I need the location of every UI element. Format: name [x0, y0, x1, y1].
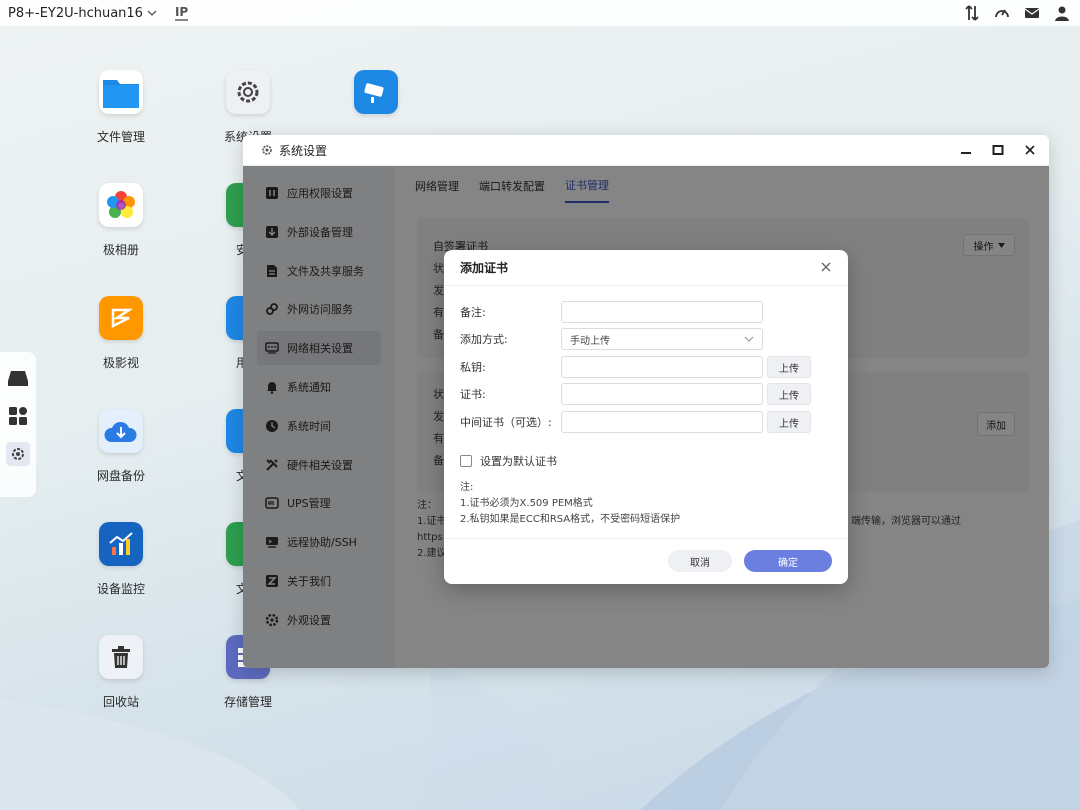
- left-dock: [0, 352, 36, 497]
- dialog-notes: 注: 1.证书必须为X.509 PEM格式 2.私钥如果是ECC和RSA格式，不…: [460, 482, 681, 525]
- method-label: 添加方式:: [460, 333, 508, 346]
- cert-row: 证书: 上传: [460, 382, 832, 406]
- minimize-icon[interactable]: [957, 141, 975, 159]
- gauge-icon[interactable]: [992, 3, 1012, 23]
- desktop-icon-system-settings[interactable]: 系统设置: [198, 70, 298, 145]
- upload-cert-button[interactable]: 上传: [767, 383, 811, 405]
- method-select[interactable]: 手动上传: [561, 328, 763, 350]
- default-cert-label: 设置为默认证书: [480, 455, 557, 468]
- desktop-icon-video[interactable]: 极影视: [71, 296, 171, 371]
- add-certificate-dialog: 添加证书 备注: 添加方式: 手动上传 私钥: 上传 证书: 上传 中间证书（可…: [444, 250, 848, 584]
- gear-icon: [226, 70, 270, 114]
- private-key-label: 私钥:: [460, 361, 486, 374]
- upload-intermediate-cert-button[interactable]: 上传: [767, 411, 811, 433]
- desktop-icon-recycle-bin[interactable]: 回收站: [71, 635, 171, 710]
- intermediate-cert-input[interactable]: [561, 411, 763, 433]
- user-icon[interactable]: [1052, 3, 1072, 23]
- apps-grid-icon[interactable]: [6, 404, 30, 428]
- folder-icon: [99, 70, 143, 114]
- chevron-down-icon: [744, 336, 754, 342]
- settings-dock-icon[interactable]: [6, 442, 30, 466]
- desktop-icon-device-monitor[interactable]: 设备监控: [71, 522, 171, 597]
- cloud-icon: [99, 409, 143, 453]
- cert-label: 证书:: [460, 388, 486, 401]
- window-titlebar: 系统设置: [243, 135, 1049, 166]
- video-app-icon: [99, 296, 143, 340]
- close-icon[interactable]: [818, 259, 834, 275]
- desktop-icon-file-manager[interactable]: 文件管理: [71, 70, 171, 145]
- upload-private-key-button[interactable]: 上传: [767, 356, 811, 378]
- intermediate-cert-label: 中间证书（可选）:: [460, 416, 552, 429]
- mail-icon[interactable]: [1022, 3, 1042, 23]
- top-bar: P8+-EY2U-hchuan16 IP: [0, 0, 1080, 26]
- default-cert-row: 设置为默认证书: [460, 453, 557, 469]
- flower-icon: [99, 183, 143, 227]
- maximize-icon[interactable]: [989, 141, 1007, 159]
- camera-icon: [354, 70, 398, 114]
- window-title: 系统设置: [279, 143, 328, 158]
- private-key-row: 私钥: 上传: [460, 355, 832, 379]
- cert-input[interactable]: [561, 383, 763, 405]
- confirm-button[interactable]: 确定: [744, 550, 832, 572]
- device-selector[interactable]: P8+-EY2U-hchuan16: [8, 6, 157, 21]
- dialog-footer: 取消 确定: [444, 538, 848, 584]
- desktop-icon-cloud-backup[interactable]: 网盘备份: [71, 409, 171, 484]
- cancel-button[interactable]: 取消: [668, 550, 732, 572]
- ip-badge[interactable]: IP: [174, 5, 189, 21]
- trash-icon: [99, 635, 143, 679]
- remark-input[interactable]: [561, 301, 763, 323]
- intermediate-cert-row: 中间证书（可选）: 上传: [460, 410, 832, 434]
- desktop-icon-album[interactable]: 极相册: [71, 183, 171, 258]
- transfer-icon[interactable]: [962, 3, 982, 23]
- close-icon[interactable]: [1021, 141, 1039, 159]
- drive-icon[interactable]: [6, 366, 30, 390]
- private-key-input[interactable]: [561, 356, 763, 378]
- desktop-icon-camera[interactable]: [326, 70, 426, 114]
- method-row: 添加方式: 手动上传: [460, 327, 832, 351]
- settings-small-icon: [262, 145, 272, 155]
- chevron-down-icon: [147, 10, 157, 16]
- remark-label: 备注:: [460, 306, 486, 319]
- remark-row: 备注:: [460, 300, 832, 324]
- dialog-title: 添加证书: [444, 250, 848, 286]
- device-name: P8+-EY2U-hchuan16: [8, 5, 143, 21]
- default-cert-checkbox[interactable]: [460, 455, 472, 467]
- monitor-chart-icon: [99, 522, 143, 566]
